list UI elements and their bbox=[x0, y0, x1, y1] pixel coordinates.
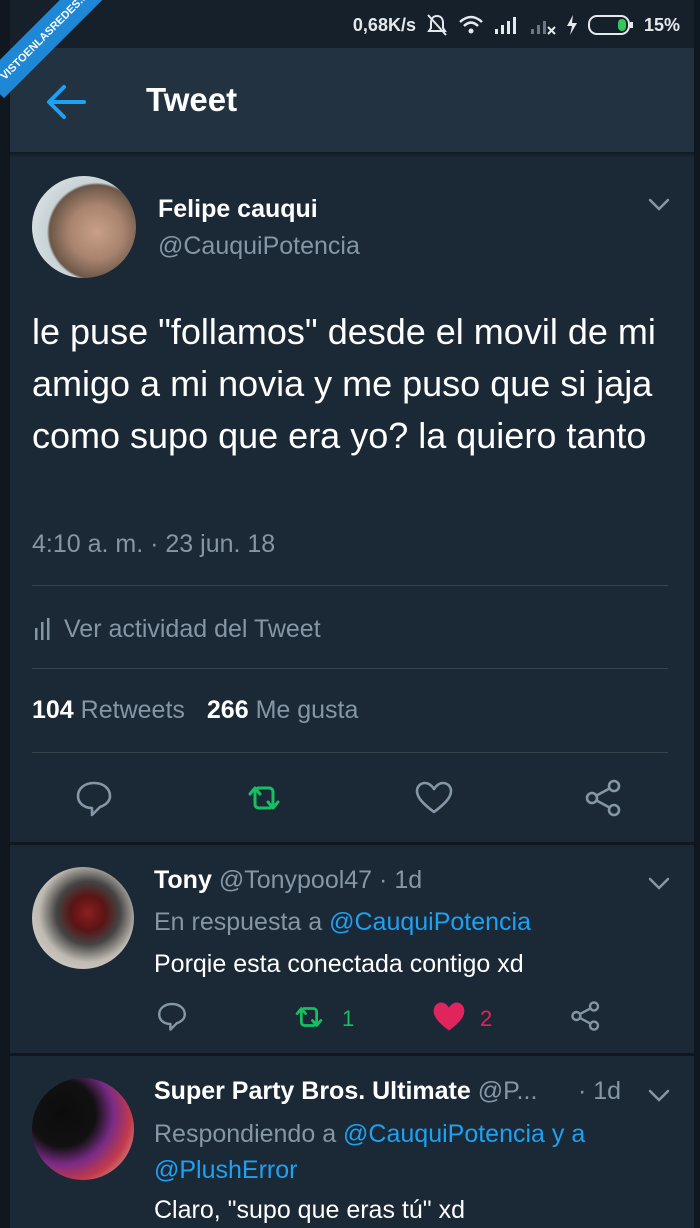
heart-icon[interactable] bbox=[414, 778, 454, 818]
reply-header: Tony @Tonypool47 · 1d bbox=[154, 866, 422, 895]
reply-header: Super Party Bros. Ultimate @P... bbox=[154, 1077, 537, 1106]
app-bar: Tweet bbox=[10, 48, 694, 152]
divider bbox=[32, 752, 668, 753]
author-avatar[interactable] bbox=[32, 176, 136, 278]
status-right: 0,68K/s 15% bbox=[353, 12, 680, 38]
reply-time: · 1d bbox=[578, 1077, 622, 1105]
section-separator bbox=[10, 1053, 694, 1056]
charging-icon bbox=[566, 15, 577, 35]
battery-level: 15% bbox=[643, 14, 680, 35]
reply-text: Porqie esta conectada contigo xd bbox=[154, 950, 524, 978]
divider bbox=[32, 668, 668, 669]
reply-icon[interactable] bbox=[74, 778, 114, 818]
chevron-down-icon[interactable] bbox=[648, 198, 670, 212]
reply-avatar[interactable] bbox=[32, 867, 134, 969]
reply-prefix: En respuesta a bbox=[154, 908, 323, 936]
signal-icon bbox=[494, 17, 516, 34]
retweet-icon[interactable] bbox=[292, 1000, 326, 1034]
status-bar: 0,68K/s 15% bbox=[10, 0, 694, 48]
heart-filled-icon[interactable] bbox=[432, 1000, 466, 1034]
likes-stat[interactable]: 266 Me gusta bbox=[207, 696, 359, 725]
retweets-count: 104 bbox=[32, 696, 74, 724]
tweet-stats: 104 Retweets 266 Me gusta bbox=[32, 696, 358, 725]
tweet-text: le puse "follamos" desde el movil de mi … bbox=[32, 311, 656, 456]
reply-mention-link[interactable]: @PlushError bbox=[154, 1156, 297, 1184]
bell-off-icon bbox=[427, 14, 447, 36]
reply-prefix: Respondiendo a bbox=[154, 1120, 337, 1148]
likes-count: 266 bbox=[206, 696, 249, 724]
reply-avatar[interactable] bbox=[32, 1078, 134, 1180]
retweets-stat[interactable]: 104 Retweets bbox=[32, 696, 185, 725]
bar-chart-icon bbox=[35, 618, 50, 640]
reply-author-name[interactable]: Tony bbox=[154, 866, 212, 894]
retweet-icon[interactable] bbox=[244, 778, 284, 818]
reply-context: En respuesta a @CauquiPotencia bbox=[154, 908, 531, 937]
share-icon[interactable] bbox=[584, 778, 624, 818]
share-icon[interactable] bbox=[570, 1000, 602, 1032]
reply-mention-link[interactable]: @CauquiPotencia y a bbox=[343, 1120, 585, 1148]
section-separator bbox=[10, 842, 694, 845]
header-shadow bbox=[10, 152, 694, 158]
reply-author-handle[interactable]: @P... bbox=[478, 1077, 538, 1105]
likes-label: Me gusta bbox=[255, 696, 359, 724]
app-window: 0,68K/s 15% Tweet Felipe cauqui @CauquiP… bbox=[10, 0, 694, 1228]
reply-mention-link[interactable]: @CauquiPotencia bbox=[329, 908, 531, 936]
reply-like-count: 2 bbox=[480, 1006, 493, 1031]
back-arrow-icon[interactable] bbox=[42, 82, 90, 122]
retweets-label: Retweets bbox=[80, 696, 185, 724]
reply-author-name[interactable]: Super Party Bros. Ultimate bbox=[154, 1077, 471, 1105]
wifi-icon bbox=[459, 15, 483, 34]
reply-icon[interactable] bbox=[156, 1000, 188, 1032]
chevron-down-icon[interactable] bbox=[648, 1089, 670, 1103]
battery-icon bbox=[587, 15, 633, 35]
reply-time: · 1d bbox=[379, 866, 423, 894]
signal-off-icon bbox=[530, 21, 556, 35]
reply-author-handle[interactable]: @Tonypool47 bbox=[219, 866, 372, 894]
divider bbox=[32, 585, 668, 586]
tweet-activity-link[interactable]: Ver actividad del Tweet bbox=[34, 612, 321, 646]
network-speed: 0,68K/s bbox=[352, 14, 416, 35]
tweet-timestamp: 4:10 a. m. · 23 jun. 18 bbox=[32, 530, 276, 558]
chevron-down-icon[interactable] bbox=[648, 877, 670, 891]
reply-text: Claro, "supo que eras tú" xd bbox=[154, 1196, 465, 1224]
author-name[interactable]: Felipe cauqui bbox=[158, 195, 318, 224]
author-handle[interactable]: @CauquiPotencia bbox=[158, 232, 360, 261]
reply-context-line2: @PlushError bbox=[154, 1156, 297, 1185]
activity-label: Ver actividad del Tweet bbox=[64, 614, 321, 643]
reply-retweet-count: 1 bbox=[342, 1006, 355, 1031]
reply-context: Respondiendo a @CauquiPotencia y a bbox=[154, 1120, 585, 1149]
page-title: Tweet bbox=[146, 81, 238, 118]
